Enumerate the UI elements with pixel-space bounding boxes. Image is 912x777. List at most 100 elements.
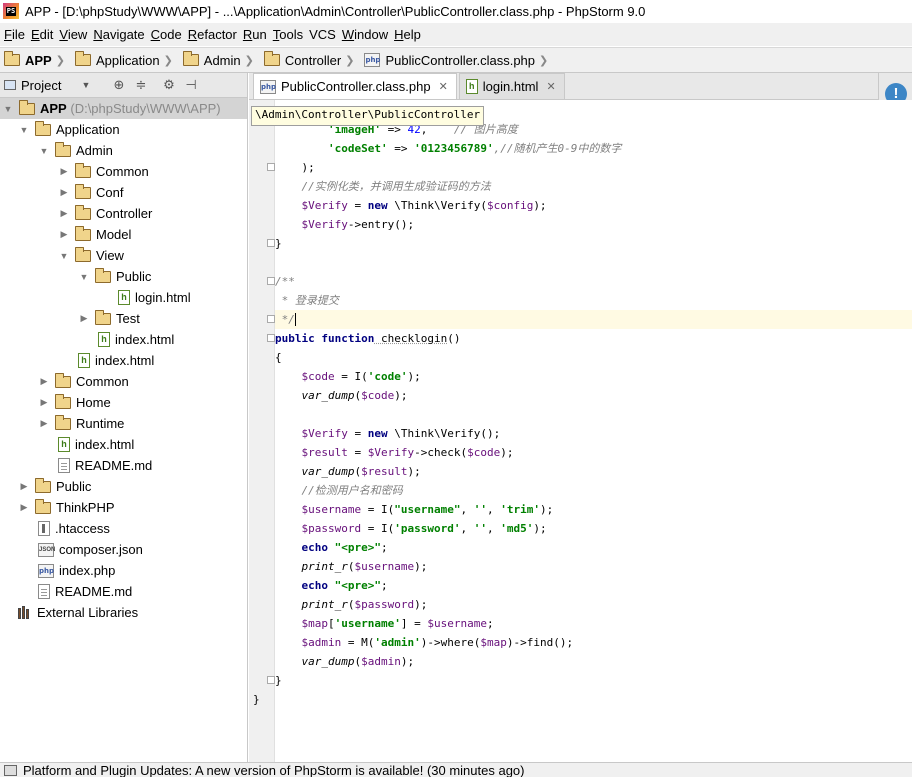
collapsed-arrow-icon[interactable]: ▶ (18, 481, 30, 492)
editor-gutter (249, 100, 275, 762)
menu-window[interactable]: Window (341, 27, 393, 42)
fold-marker-icon[interactable] (267, 277, 275, 285)
folder-icon (4, 51, 20, 66)
code-line: var_dump($admin); (301, 655, 415, 668)
code-area[interactable]: 'imageH' => 42, // 图片高度 'codeSet' => '01… (253, 120, 912, 709)
tab-public-controller[interactable]: php PublicController.class.php ✕ (253, 73, 457, 99)
menu-refactor[interactable]: Refactor (187, 27, 242, 42)
expanded-arrow-icon[interactable]: ▼ (78, 272, 90, 282)
fold-marker-icon[interactable] (267, 334, 275, 342)
tree-node-login-html[interactable]: h login.html (0, 287, 247, 308)
folder-icon (182, 51, 199, 66)
expanded-arrow-icon[interactable]: ▼ (2, 104, 14, 114)
chevron-right-icon: ❯ (539, 54, 549, 67)
collapsed-arrow-icon[interactable]: ▶ (58, 229, 70, 240)
nav-crumb-app[interactable]: APP ❯ (4, 51, 71, 68)
locate-icon[interactable]: ⊕ (112, 78, 126, 92)
expanded-arrow-icon[interactable]: ▼ (18, 125, 30, 135)
tree-node-composer-json[interactable]: JSON composer.json (0, 539, 247, 560)
tree-node-app-readme[interactable]: README.md (0, 455, 247, 476)
tree-node-root-readme[interactable]: README.md (0, 581, 247, 602)
status-message[interactable]: Platform and Plugin Updates: A new versi… (23, 763, 525, 777)
tree-node-thinkphp[interactable]: ▶ ThinkPHP (0, 497, 247, 518)
code-line: /** (267, 272, 912, 291)
tree-node-external-libraries[interactable]: External Libraries (0, 602, 247, 623)
tree-node-view[interactable]: ▼ View (0, 245, 247, 266)
project-view-selector[interactable]: Project ▼ (4, 78, 104, 93)
dropdown-arrow-icon: ▼ (81, 80, 91, 90)
tree-node-public[interactable]: ▼ Public (0, 266, 247, 287)
collapsed-arrow-icon[interactable]: ▶ (18, 502, 30, 513)
code-line: } (267, 671, 912, 690)
json-file-icon: JSON (38, 542, 55, 557)
code-line: print_r($username); (301, 560, 428, 573)
collapsed-arrow-icon[interactable]: ▶ (58, 166, 70, 177)
tree-node-conf[interactable]: ▶ Conf (0, 182, 247, 203)
fold-marker-icon[interactable] (267, 163, 275, 171)
tree-node-view-index-html[interactable]: h index.html (0, 329, 247, 350)
tree-node-public-root[interactable]: ▶ Public (0, 476, 247, 497)
collapsed-arrow-icon[interactable]: ▶ (58, 208, 70, 219)
fold-marker-icon[interactable] (267, 315, 275, 323)
nav-crumb-file[interactable]: php PublicController.class.php ❯ (364, 53, 554, 68)
collapsed-arrow-icon[interactable]: ▶ (78, 313, 90, 324)
code-line: $Verify->entry(); (301, 218, 415, 231)
collapsed-arrow-icon[interactable]: ▶ (38, 376, 50, 387)
folder-icon (35, 498, 51, 514)
tree-node-model[interactable]: ▶ Model (0, 224, 247, 245)
nav-crumb-controller[interactable]: Controller ❯ (263, 51, 361, 68)
menu-run[interactable]: Run (242, 27, 272, 42)
tree-node-index-php[interactable]: php index.php (0, 560, 247, 581)
menu-view[interactable]: View (58, 27, 92, 42)
tree-node-home[interactable]: ▶ Home (0, 392, 247, 413)
menu-tools[interactable]: Tools (272, 27, 308, 42)
menu-vcs[interactable]: VCS (308, 27, 341, 42)
close-icon[interactable]: ✕ (439, 80, 448, 93)
toggle-tool-windows-icon[interactable] (4, 764, 17, 776)
tab-login-html[interactable]: h login.html ✕ (458, 73, 565, 99)
menu-code[interactable]: Code (150, 27, 187, 42)
collapse-all-icon[interactable]: ≑ (134, 78, 148, 92)
collapsed-arrow-icon[interactable]: ▶ (38, 397, 50, 408)
menu-file[interactable]: File (3, 27, 30, 42)
hide-panel-icon[interactable]: ⊣ (184, 78, 198, 92)
tree-node-admin[interactable]: ▼ Admin (0, 140, 247, 161)
html-file-icon: h (465, 79, 478, 94)
tree-node-application[interactable]: ▼ Application (0, 119, 247, 140)
tree-node-common-app[interactable]: ▶ Common (0, 371, 247, 392)
code-line: var_dump($code); (301, 389, 408, 402)
expanded-arrow-icon[interactable]: ▼ (58, 251, 70, 261)
tree-node-htaccess[interactable]: .htaccess (0, 518, 247, 539)
folder-icon (55, 141, 71, 157)
gear-icon[interactable]: ⚙ (162, 78, 176, 92)
menu-help[interactable]: Help (393, 27, 426, 42)
fold-marker-icon[interactable] (267, 676, 275, 684)
nav-crumb-application[interactable]: Application ❯ (74, 51, 179, 68)
fold-marker-icon[interactable] (267, 239, 275, 247)
expanded-arrow-icon[interactable]: ▼ (38, 146, 50, 156)
tree-node-runtime[interactable]: ▶ Runtime (0, 413, 247, 434)
tree-node-admin-index-html[interactable]: h index.html (0, 350, 247, 371)
project-panel-header: Project ▼ ⊕ ≑ ⚙ ⊣ (0, 73, 247, 98)
code-line: * 登录提交 (275, 294, 339, 307)
menu-navigate[interactable]: Navigate (92, 27, 149, 42)
title-bar: PS APP - [D:\phpStudy\WWW\APP] - ...\App… (0, 0, 912, 22)
collapsed-arrow-icon[interactable]: ▶ (58, 187, 70, 198)
tree-node-controller[interactable]: ▶ Controller (0, 203, 247, 224)
tree-node-app-index-html[interactable]: h index.html (0, 434, 247, 455)
folder-icon (95, 309, 111, 325)
tree-node-common[interactable]: ▶ Common (0, 161, 247, 182)
code-editor[interactable]: 'imageH' => 42, // 图片高度 'codeSet' => '01… (249, 100, 912, 762)
chevron-right-icon: ❯ (55, 54, 65, 67)
close-icon[interactable]: ✕ (546, 80, 555, 93)
project-icon (4, 80, 16, 90)
tree-node-test[interactable]: ▶ Test (0, 308, 247, 329)
navigation-bar: APP ❯ Application ❯ Admin ❯ Controller ❯ php… (0, 47, 912, 73)
code-line: $code = I('code'); (301, 370, 421, 383)
menu-edit[interactable]: Edit (30, 27, 58, 42)
nav-crumb-admin[interactable]: Admin ❯ (182, 51, 260, 68)
tree-node-app-root[interactable]: ▼ APP (D:\phpStudy\WWW\APP) (0, 98, 247, 119)
code-line: echo "<pre>"; (301, 579, 388, 592)
folder-icon (55, 414, 71, 430)
collapsed-arrow-icon[interactable]: ▶ (38, 418, 50, 429)
